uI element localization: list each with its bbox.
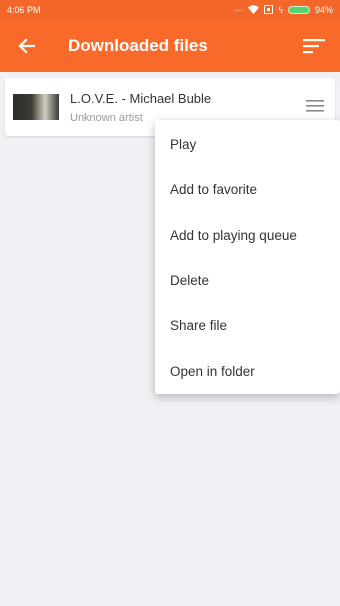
song-title: L.O.V.E. - Michael Buble	[70, 91, 212, 106]
sim-icon	[264, 4, 274, 16]
menu-item-delete[interactable]: Delete	[155, 258, 340, 303]
arrow-back-icon	[18, 38, 35, 54]
item-menu-button[interactable]	[303, 96, 327, 116]
battery-percent: 94%	[314, 5, 333, 15]
sort-button[interactable]	[288, 20, 340, 72]
status-icons: ··· ϟ 94%	[234, 4, 333, 16]
charging-icon: ϟ	[278, 5, 283, 15]
dots-icon: ···	[234, 5, 244, 15]
context-menu: Play Add to favorite Add to playing queu…	[155, 120, 340, 394]
page-title: Downloaded files	[68, 36, 208, 55]
album-thumbnail	[13, 94, 59, 120]
sort-icon	[303, 39, 325, 54]
menu-item-share-file[interactable]: Share file	[155, 303, 340, 348]
app-bar: Downloaded files	[0, 20, 340, 72]
menu-item-play[interactable]: Play	[155, 122, 340, 167]
artist-name: Unknown artist	[70, 112, 143, 124]
menu-item-add-to-queue[interactable]: Add to playing queue	[155, 213, 340, 258]
menu-icon	[306, 100, 324, 112]
back-button[interactable]	[0, 20, 52, 72]
wifi-icon	[248, 4, 260, 16]
menu-item-add-to-favorite[interactable]: Add to favorite	[155, 167, 340, 212]
menu-item-open-in-folder[interactable]: Open in folder	[155, 348, 340, 393]
status-time: 4:06 PM	[7, 5, 41, 15]
status-bar: 4:06 PM ··· ϟ 94%	[0, 0, 340, 20]
battery-icon	[287, 6, 310, 14]
